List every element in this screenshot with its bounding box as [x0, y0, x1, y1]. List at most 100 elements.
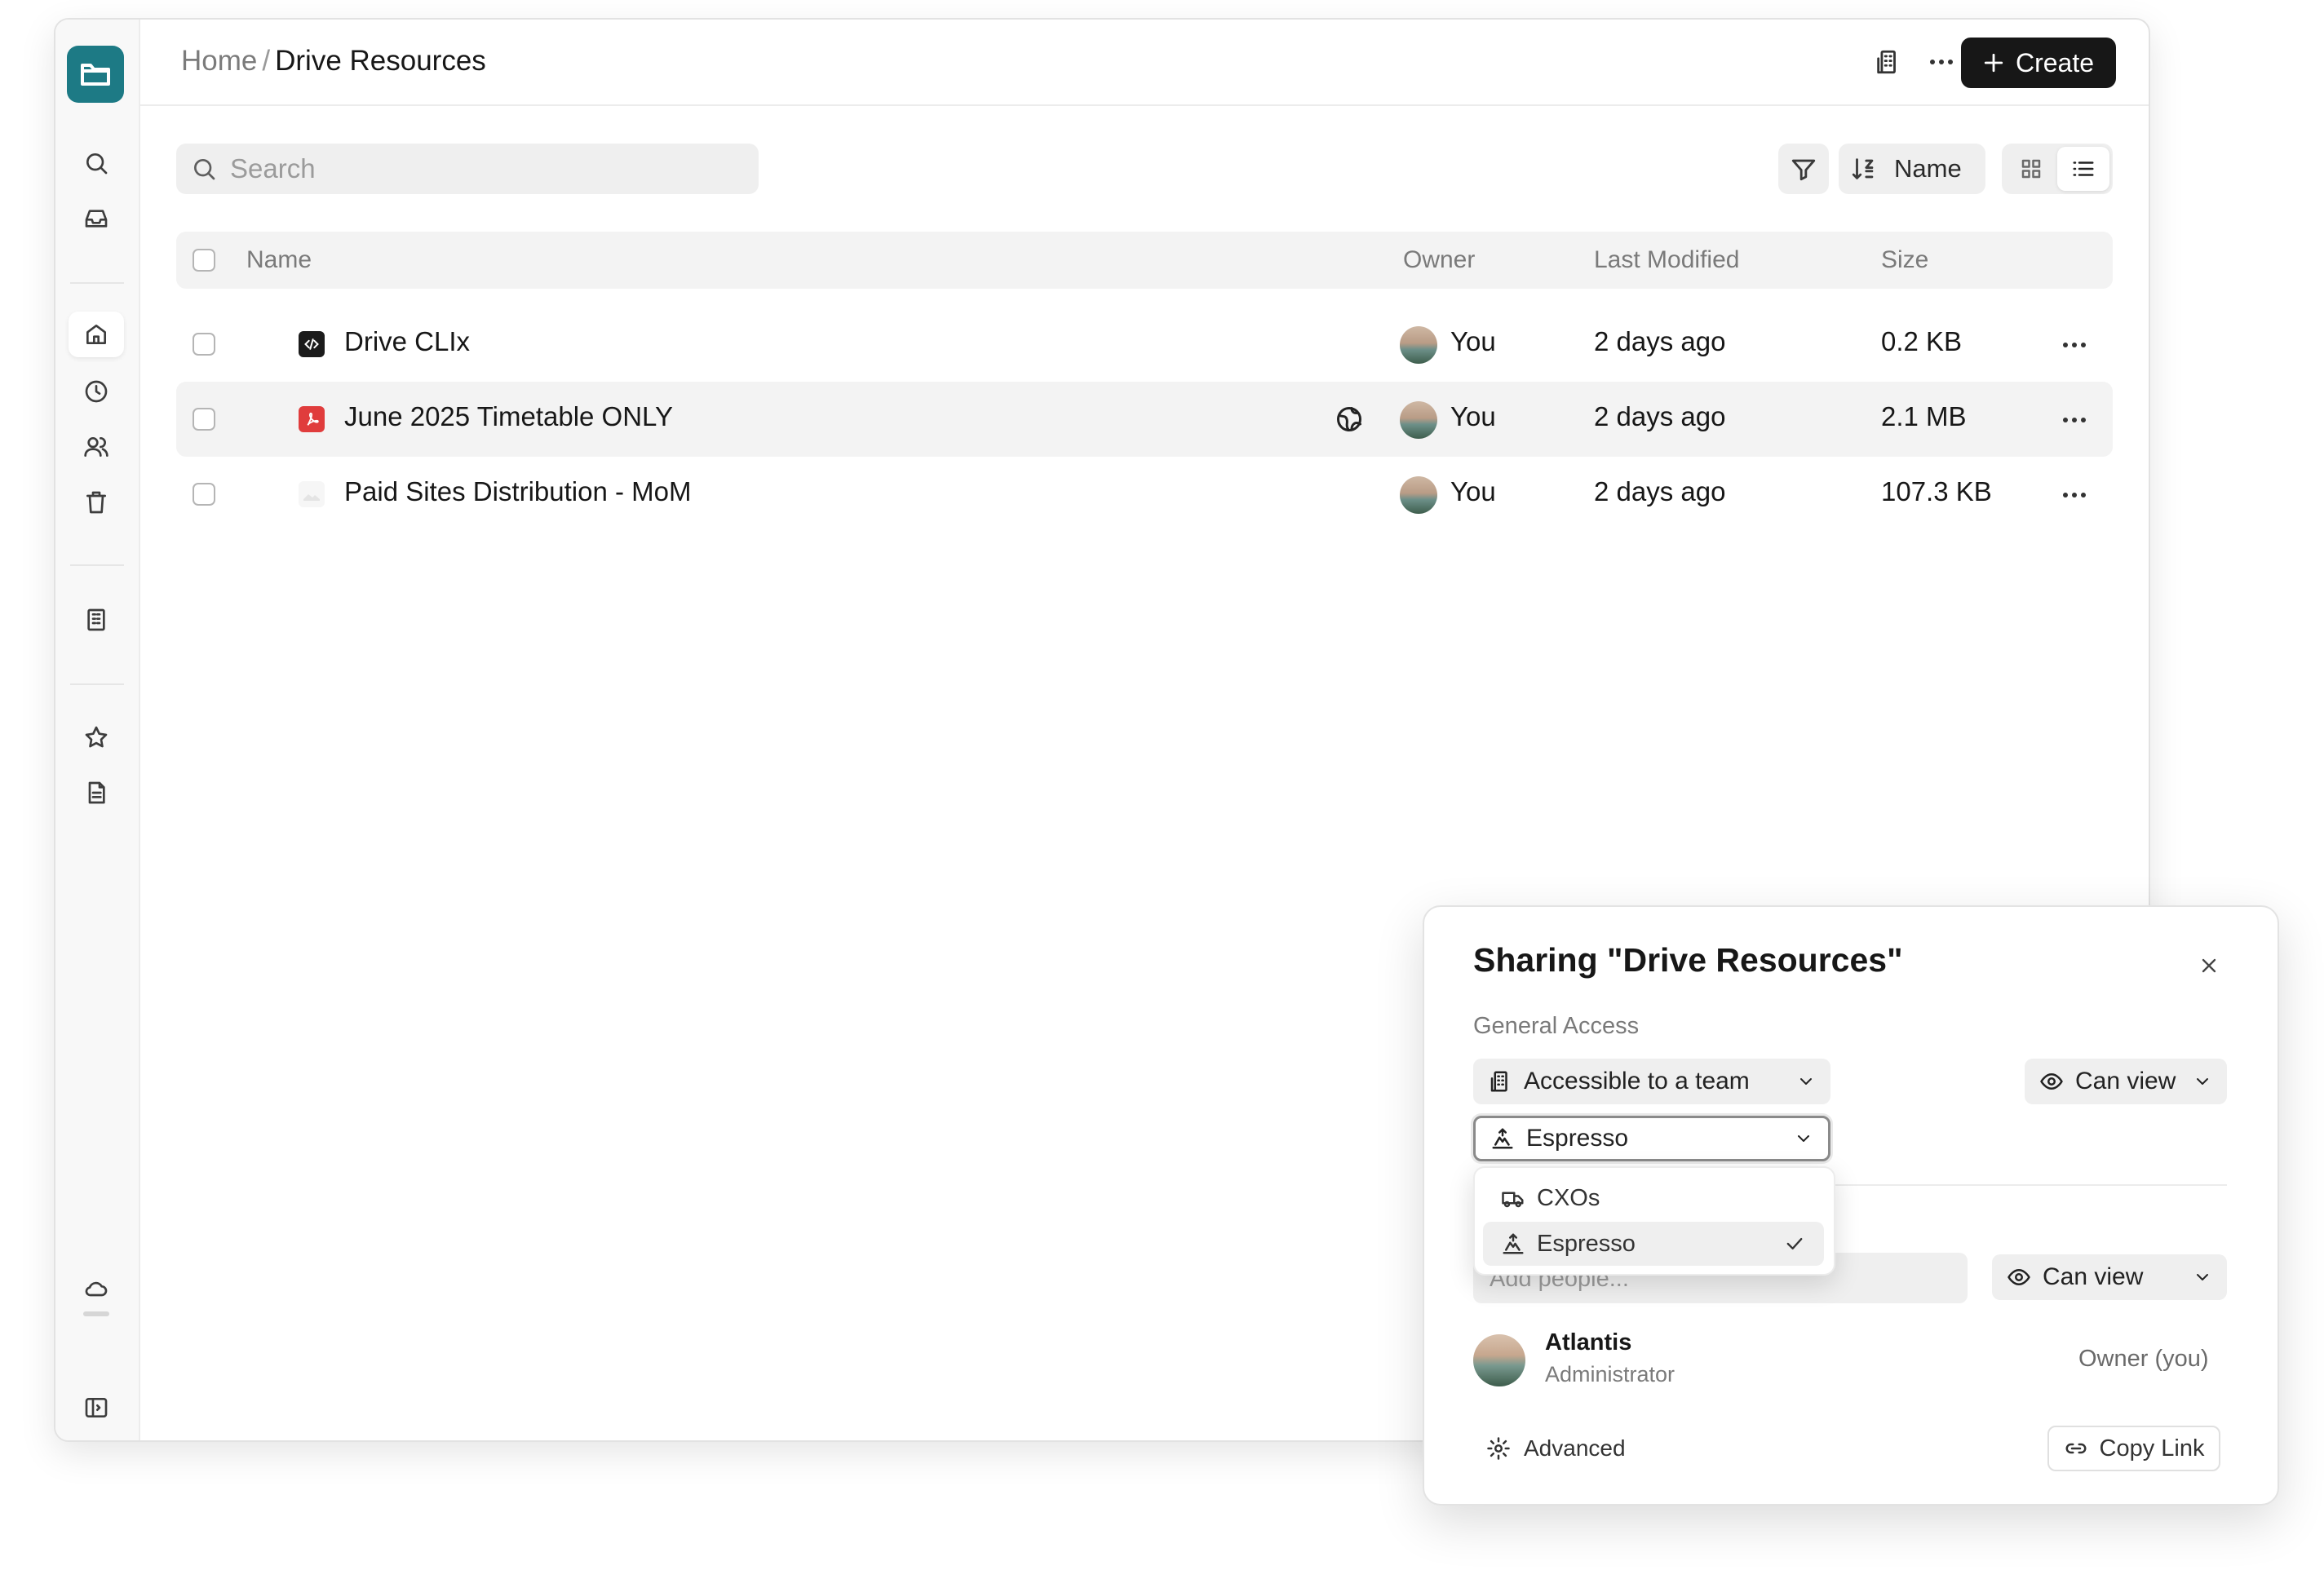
user-name: Atlantis: [1545, 1329, 1632, 1355]
gear-icon: [1486, 1436, 1511, 1461]
user-access-status: Owner (you): [2078, 1346, 2209, 1372]
file-name: June 2025 Timetable ONLY: [344, 401, 673, 431]
user-role: Administrator: [1545, 1362, 1675, 1386]
access-permission-label: Can view: [2075, 1068, 2176, 1094]
owner-name: You: [1450, 476, 1496, 506]
copy-link-button[interactable]: Copy Link: [2047, 1426, 2220, 1471]
column-modified-header[interactable]: Last Modified: [1594, 246, 1739, 274]
team-logo-icon: [1501, 1186, 1525, 1210]
select-all-checkbox[interactable]: [193, 249, 215, 272]
team-logo-icon: [1501, 1232, 1525, 1256]
storage-usage-bar: [83, 1311, 109, 1316]
sort-button[interactable]: Name: [1839, 144, 1985, 194]
team-option-label: CXOs: [1537, 1184, 1600, 1211]
row-checkbox[interactable]: [193, 483, 215, 506]
last-modified: 2 days ago: [1594, 326, 1726, 356]
chevron-down-icon: [1794, 1129, 1813, 1148]
view-toggle: [2002, 144, 2113, 194]
breadcrumb-current: Drive Resources: [275, 45, 486, 77]
file-size: 0.2 KB: [1881, 326, 1963, 356]
image-file-icon: [299, 481, 325, 507]
search-input[interactable]: [228, 153, 721, 185]
documents-icon[interactable]: [69, 770, 124, 816]
search-icon[interactable]: [69, 140, 124, 186]
breadcrumb: Home / Drive Resources: [181, 44, 486, 78]
column-name-header[interactable]: Name: [246, 246, 312, 274]
code-file-icon: [299, 331, 325, 357]
row-checkbox[interactable]: [193, 408, 215, 431]
filter-icon: [1791, 159, 1816, 181]
add-people-permission-select[interactable]: Can view: [1992, 1254, 2227, 1300]
copy-link-label: Copy Link: [2099, 1435, 2205, 1462]
advanced-label: Advanced: [1524, 1435, 1626, 1461]
team-building-icon[interactable]: [69, 597, 124, 643]
list-view-icon[interactable]: [2057, 147, 2109, 191]
search-icon: [191, 156, 217, 182]
row-more-icon[interactable]: [2061, 406, 2088, 434]
access-type-label: Accessible to a team: [1524, 1068, 1750, 1094]
storage-cloud-icon[interactable]: [69, 1266, 124, 1311]
trash-icon[interactable]: [69, 480, 124, 525]
team-building-icon: [1488, 1069, 1512, 1094]
shared-globe-icon: [1335, 405, 1364, 434]
favorites-star-icon[interactable]: [69, 714, 124, 760]
file-size: 107.3 KB: [1881, 476, 1992, 506]
team-select-label: Espresso: [1526, 1125, 1629, 1152]
row-checkbox[interactable]: [193, 333, 215, 356]
recent-clock-icon[interactable]: [69, 369, 124, 414]
owner-name: You: [1450, 401, 1496, 431]
team-option-cxos[interactable]: CXOs: [1483, 1176, 1824, 1220]
drive-logo-icon[interactable]: [67, 46, 124, 103]
sidebar-divider: [70, 683, 124, 685]
more-options-icon[interactable]: [1922, 42, 1961, 82]
table-row[interactable]: Drive CLIx You 2 days ago 0.2 KB: [176, 307, 2113, 382]
plus-icon: [1984, 53, 2003, 73]
filter-button[interactable]: [1778, 144, 1829, 194]
add-people-permission-label: Can view: [2043, 1263, 2144, 1290]
owner-name: You: [1450, 326, 1496, 356]
team-dropdown-menu: CXOs Espresso: [1473, 1166, 1835, 1276]
shared-users-icon[interactable]: [69, 424, 124, 470]
row-more-icon[interactable]: [2061, 481, 2088, 509]
access-type-select[interactable]: Accessible to a team: [1473, 1059, 1830, 1104]
file-name: Paid Sites Distribution - MoM: [344, 476, 692, 506]
general-access-label: General Access: [1473, 1013, 1640, 1039]
advanced-settings-button[interactable]: Advanced: [1486, 1435, 1626, 1462]
topbar: Home / Drive Resources Create: [139, 20, 2149, 106]
collapse-sidebar-icon[interactable]: [69, 1385, 124, 1431]
table-row[interactable]: Paid Sites Distribution - MoM You 2 days…: [176, 457, 2113, 532]
team-building-icon[interactable]: [1868, 42, 1907, 82]
team-option-espresso[interactable]: Espresso: [1483, 1222, 1824, 1266]
row-more-icon[interactable]: [2061, 331, 2088, 359]
owner-avatar: [1400, 476, 1437, 514]
create-button[interactable]: Create: [1961, 38, 2116, 88]
share-dialog-title: Sharing "Drive Resources": [1473, 941, 1903, 979]
sort-label: Name: [1894, 154, 1962, 183]
chevron-down-icon: [1796, 1072, 1816, 1091]
owner-avatar: [1400, 326, 1437, 364]
table-row[interactable]: June 2025 Timetable ONLY You 2 days ago …: [176, 382, 2113, 457]
close-icon[interactable]: [2198, 954, 2220, 977]
owner-avatar: [1400, 401, 1437, 439]
checkmark-icon: [1783, 1232, 1806, 1255]
eye-icon: [2007, 1265, 2031, 1289]
grid-view-icon[interactable]: [2005, 147, 2057, 191]
column-size-header[interactable]: Size: [1881, 246, 1928, 274]
sidebar-divider: [70, 564, 124, 566]
last-modified: 2 days ago: [1594, 401, 1726, 431]
access-permission-select[interactable]: Can view: [2025, 1059, 2227, 1104]
sidebar-divider: [70, 282, 124, 284]
create-button-label: Create: [2015, 47, 2095, 77]
chevron-down-icon: [2193, 1072, 2212, 1091]
inbox-icon[interactable]: [69, 196, 124, 241]
sort-icon: [1852, 158, 1874, 179]
pdf-file-icon: [299, 406, 325, 432]
column-owner-header[interactable]: Owner: [1403, 246, 1475, 274]
team-select[interactable]: Espresso: [1473, 1116, 1830, 1161]
home-icon[interactable]: [69, 312, 124, 357]
link-icon: [2064, 1436, 2088, 1461]
last-modified: 2 days ago: [1594, 476, 1726, 506]
search-bar[interactable]: [176, 144, 759, 194]
breadcrumb-home[interactable]: Home: [181, 45, 257, 77]
breadcrumb-separator: /: [262, 45, 271, 77]
